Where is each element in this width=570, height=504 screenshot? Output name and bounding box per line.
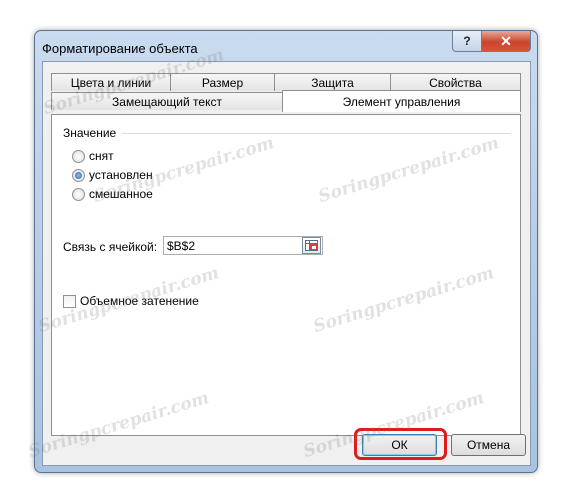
cancel-button[interactable]: Отмена [451, 434, 526, 456]
ok-button[interactable]: ОК [362, 434, 437, 456]
tab-protection[interactable]: Защита [274, 73, 391, 91]
tab-colors-lines[interactable]: Цвета и линии [51, 73, 171, 91]
help-icon: ? [463, 34, 471, 48]
tab-alt-text[interactable]: Замещающий текст [51, 92, 283, 110]
3d-shading-label: Объемное затенение [80, 294, 199, 308]
close-icon: ✕ [500, 32, 512, 49]
tab-control[interactable]: Элемент управления [282, 90, 521, 112]
range-select-button[interactable] [302, 237, 321, 254]
radio-mixed[interactable]: смешанное [72, 187, 153, 201]
help-button[interactable]: ? [452, 31, 482, 52]
cell-link-input[interactable]: $B$2 [163, 236, 323, 255]
format-object-dialog: Форматирование объекта ? ✕ Цвета и линии… [34, 30, 538, 473]
tab-panel-control: Значение снят установлен смешанное Связь… [51, 114, 521, 436]
group-divider [122, 133, 511, 134]
radio-button[interactable] [72, 149, 85, 163]
3d-shading-option[interactable]: Объемное затенение [63, 294, 199, 308]
radio-unchecked[interactable]: снят [72, 149, 114, 163]
cell-link-label: Связь с ячейкой: [63, 240, 158, 254]
tab-properties[interactable]: Свойства [390, 73, 521, 91]
title-bar[interactable]: Форматирование объекта ? ✕ [35, 31, 537, 61]
dialog-title: Форматирование объекта [42, 41, 198, 56]
radio-checked[interactable]: установлен [72, 168, 153, 182]
radio-button[interactable] [72, 168, 85, 182]
range-select-icon [305, 240, 318, 251]
dialog-client-area: Цвета и линии Размер Защита Свойства Зам… [42, 61, 531, 466]
tab-size[interactable]: Размер [170, 73, 275, 91]
3d-shading-checkbox[interactable] [63, 294, 76, 308]
radio-label: снят [89, 149, 114, 163]
radio-label: установлен [89, 168, 153, 182]
radio-button[interactable] [72, 187, 85, 201]
value-group-label: Значение [63, 126, 117, 140]
close-button[interactable]: ✕ [481, 31, 531, 52]
radio-label: смешанное [89, 187, 153, 201]
cell-link-value: $B$2 [167, 239, 196, 253]
